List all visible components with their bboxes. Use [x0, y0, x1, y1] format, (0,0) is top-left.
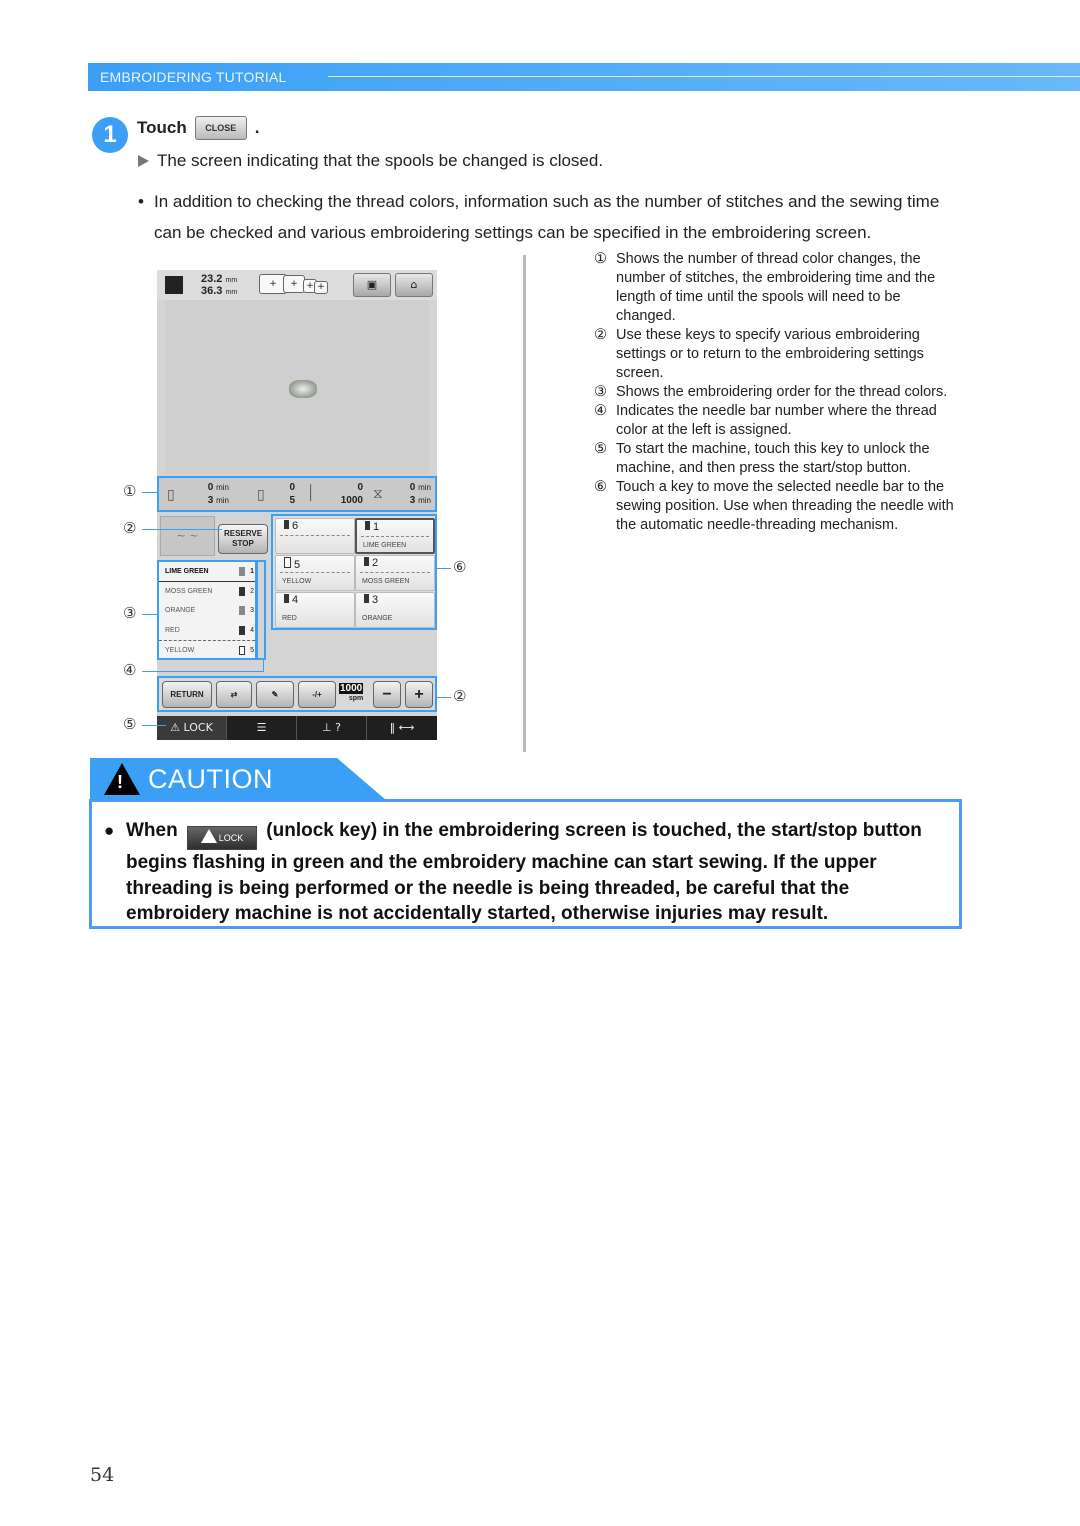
needle-key: 2 MOSS GREEN [355, 555, 435, 591]
speed-minus-button: − [373, 681, 401, 708]
stitch-count: 0 1000 [340, 482, 363, 506]
section-header: EMBROIDERING TUTORIAL [88, 63, 1080, 91]
callout-6: ⑥ [453, 558, 467, 576]
thread-tool-icon: ✎ [256, 681, 294, 708]
screen-top-bar: 23.2 mm 36.3 mm + + + + ▣ ⌂ [157, 270, 437, 300]
sewing-info-bar: ▯ 0 min 3 min ▯ 0 5 │ 0 1000 ⧖ 0 min 3 m… [157, 476, 437, 512]
step-result: The screen indicating that the spools be… [138, 151, 603, 171]
info-bullet: • In addition to checking the thread col… [138, 186, 968, 248]
legend-item: ② Use these keys to specify various embro… [594, 327, 924, 381]
callout-3: ③ [123, 604, 137, 622]
section-title: EMBROIDERING TUTORIAL [100, 69, 287, 85]
reserve-stop-button: RESERVE STOP [218, 524, 268, 554]
needle-key: 1 LIME GREEN [355, 518, 435, 554]
legend-item: ① Shows the number of thread color change… [594, 251, 936, 324]
bullet-dot-icon: • [138, 192, 144, 211]
list-item: MOSS GREEN 2 [165, 586, 254, 596]
caution-text: ● When LOCK (unlock key) in the embroide… [104, 820, 922, 924]
color-thumbnail: ~ ~ [160, 516, 215, 556]
color-sort-icon: ⇄ [216, 681, 252, 708]
spool-time: 0 min 3 min [207, 482, 229, 506]
callout-line [142, 725, 166, 726]
embroidering-keys-row: RETURN ⇄ ✎ -/+ 1000 spm − + [157, 676, 437, 712]
embroidery-preview-area [165, 300, 429, 474]
callout-line [437, 697, 451, 698]
legend-item: ⑥ Touch a key to move the selected needle… [594, 479, 954, 533]
color-changes: 0 5 [289, 482, 295, 506]
needle-move-icon: ‖ ⟷ [389, 721, 415, 734]
spool-change-icon: ▯ [167, 486, 175, 502]
frame-size-icons: + + + + [259, 274, 331, 296]
help-icon: ⊥ ? [297, 716, 367, 740]
dimensions-icon [165, 276, 183, 294]
callout-2b: ② [453, 687, 467, 705]
home-icon: ⌂ [395, 273, 433, 297]
bullet-icon: ● [104, 821, 115, 840]
close-button-image: CLOSE [194, 116, 247, 140]
callout-legend: ① Shows the number of thread color change… [594, 250, 964, 535]
list-item: RED 4 [165, 625, 254, 635]
callout-1: ① [123, 482, 137, 500]
needle-key: 3 ORANGE [355, 592, 435, 628]
list-item: LIME GREEN 1 [159, 562, 255, 582]
result-arrow-icon [138, 155, 149, 167]
legend-item: ③ Shows the embroidering order for the th… [594, 384, 948, 400]
needle-bar-keys: 6 1 LIME GREEN 5 YELLOW 2 MOSS GREEN 4 RED 3… [271, 514, 437, 630]
header-rule [328, 76, 1080, 77]
needle-key: 5 YELLOW [275, 555, 355, 591]
callout-line [142, 529, 222, 530]
frame-icon: + [283, 275, 305, 293]
bottom-bar: ⚠ LOCK ☰ ⊥ ? ‖ ⟷ [157, 716, 437, 740]
legend-item: ④ Indicates the needle bar number where t… [594, 403, 937, 438]
list-item: ORANGE 3 [165, 606, 254, 615]
speed-display: 1000 spm [339, 683, 364, 702]
checklist-icon: ☰ [227, 716, 297, 740]
callout-5: ⑤ [123, 715, 137, 733]
speed-plus-button: + [405, 681, 433, 708]
step-suffix: . [254, 118, 260, 137]
callout-2: ② [123, 519, 137, 537]
needle-adjust-button: -/+ [298, 681, 336, 708]
callout-line [142, 492, 157, 493]
unlock-key-image: LOCK [187, 826, 257, 850]
design-dimensions: 23.2 mm 36.3 mm [201, 273, 238, 297]
lock-key: ⚠ LOCK [157, 716, 227, 740]
callout-line [142, 671, 264, 672]
legend-item: ⑤ To start the machine, touch this key to… [594, 441, 930, 476]
needle-key: 4 RED [275, 592, 355, 628]
column-divider [523, 255, 526, 752]
callout-line [437, 568, 451, 569]
sewing-time: 0 min 3 min [409, 482, 431, 506]
caution-title: CAUTION [148, 764, 273, 794]
list-item: YELLOW 5 [159, 640, 255, 660]
callout-line [142, 614, 157, 615]
preview-icon: ▣ [353, 273, 391, 297]
color-change-icon: ▯ [257, 486, 265, 502]
thread-order-list: LIME GREEN 1 MOSS GREEN 2 ORANGE 3 RED 4 YEL… [157, 560, 257, 660]
step-number-badge: 1 [92, 117, 128, 153]
embroidering-screen-illustration: 23.2 mm 36.3 mm + + + + ▣ ⌂ ▯ 0 min 3 mi… [157, 270, 437, 740]
design-thumbnail [289, 380, 317, 398]
callout-line [263, 660, 264, 672]
frame-icon: + [314, 281, 328, 294]
needle-number-column [256, 560, 266, 660]
step-instruction: Touch CLOSE . [137, 116, 259, 140]
step-prefix: Touch [137, 118, 187, 137]
hourglass-icon: ⧖ [373, 485, 383, 501]
return-button: RETURN [162, 681, 212, 708]
needle-icon: │ [307, 484, 316, 500]
callout-4: ④ [123, 661, 137, 679]
needle-key: 6 [275, 518, 355, 554]
page-number: 54 [90, 1464, 115, 1486]
warning-exclamation: ! [117, 772, 123, 792]
